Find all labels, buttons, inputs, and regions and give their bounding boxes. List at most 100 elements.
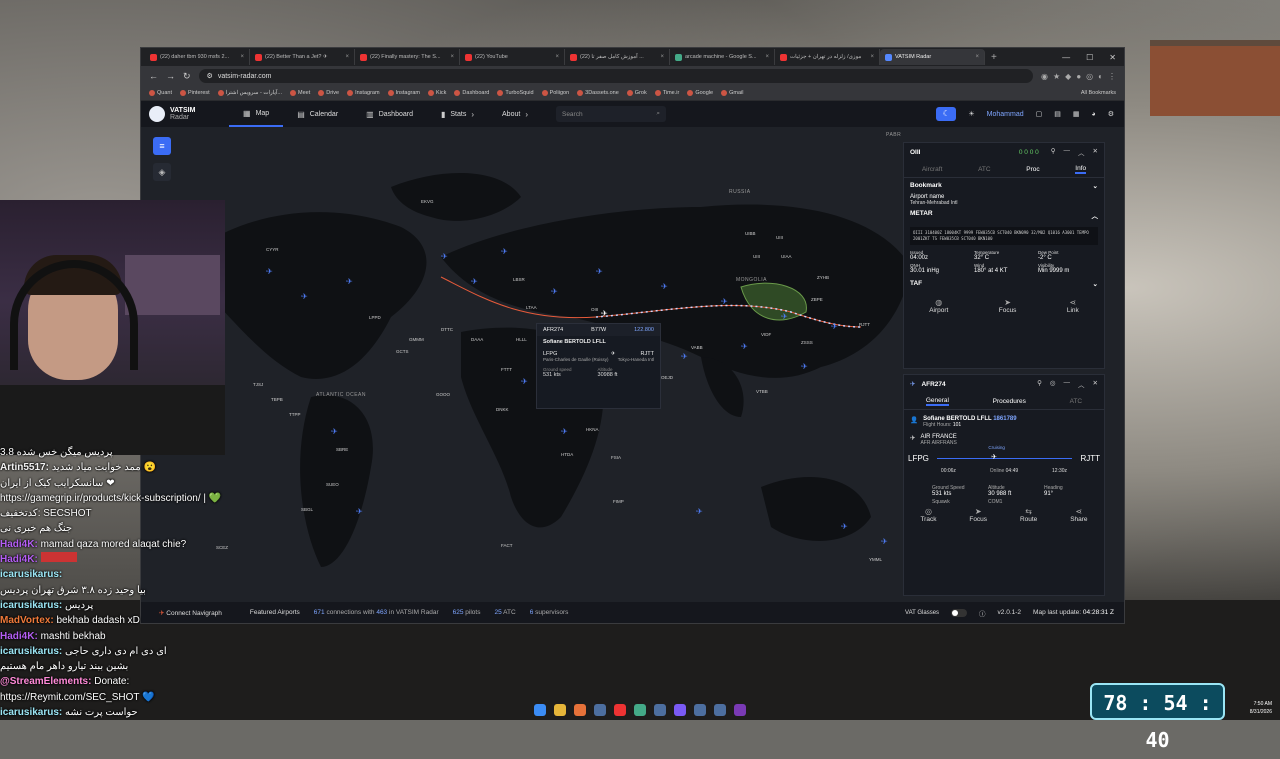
aircraft-icon[interactable]: ✈ xyxy=(881,537,888,546)
settings-icon[interactable]: ⚙ xyxy=(1108,110,1114,118)
fir-label[interactable]: FTTT xyxy=(501,367,512,372)
aircraft-icon[interactable]: ✈ xyxy=(441,252,448,261)
bookmark-section[interactable]: Bookmark ⌄ xyxy=(904,178,1104,194)
layers-icon[interactable]: ◈ xyxy=(153,163,171,181)
document-icon[interactable]: ▤ xyxy=(1054,110,1061,118)
aircraft-icon[interactable]: ✈ xyxy=(471,277,478,286)
close-tab-icon[interactable]: × xyxy=(450,54,454,60)
fir-label[interactable]: GOOO xyxy=(436,392,450,397)
browser-tab[interactable]: (22) آموزش کامل صفر تا ... × xyxy=(565,49,670,65)
focus-icon[interactable]: ◎ xyxy=(1050,379,1056,389)
bookmark-item[interactable]: Grok xyxy=(626,90,647,96)
fir-label[interactable]: HKNA xyxy=(586,427,599,432)
tab-atc[interactable]: ATC xyxy=(1070,398,1083,405)
minimize-icon[interactable]: — xyxy=(1064,379,1071,389)
back-icon[interactable]: ← xyxy=(149,71,158,81)
app-icon[interactable] xyxy=(594,703,606,716)
aircraft-icon[interactable]: ✈ xyxy=(521,377,528,386)
extension-icon[interactable]: ◉ xyxy=(1041,72,1048,81)
system-clock[interactable]: 7:50 AM 8/31/2026 xyxy=(1250,700,1272,716)
extension-icon[interactable]: ◎ xyxy=(1086,72,1093,81)
bookmark-item[interactable]: آپارات - سرویس اشترا... xyxy=(217,90,282,96)
collapse-icon[interactable]: ︿ xyxy=(1078,379,1085,389)
nav-dashboard[interactable]: ▥ Dashboard xyxy=(352,101,427,127)
fir-label[interactable]: RJTT xyxy=(859,322,870,327)
close-tab-icon[interactable]: × xyxy=(975,54,979,60)
fir-label[interactable]: VIDF xyxy=(761,332,771,337)
fir-label[interactable]: ZSSS xyxy=(801,340,813,345)
fir-label[interactable]: LBSR xyxy=(513,277,525,282)
share-button[interactable]: ⋖ Share xyxy=(1070,507,1087,523)
bookmark-item[interactable]: Drive xyxy=(318,90,339,96)
fir-label[interactable]: HTDA xyxy=(561,452,573,457)
fir-label[interactable]: UIII xyxy=(776,235,783,240)
fir-label[interactable]: TBPB xyxy=(271,397,283,402)
aircraft-icon[interactable]: ✈ xyxy=(681,352,688,361)
browser-tab[interactable]: (22) Better Than a Jet? ✈ × xyxy=(250,49,355,65)
tab-aircraft[interactable]: Aircraft xyxy=(922,166,943,173)
fir-label[interactable]: FACT xyxy=(501,543,513,548)
fir-label[interactable]: GCTS xyxy=(396,349,409,354)
site-info-icon[interactable]: ⚙ xyxy=(207,72,213,80)
tab-atc[interactable]: ATC xyxy=(978,166,991,173)
pin-icon[interactable]: ⚲ xyxy=(1037,379,1042,389)
fir-label[interactable]: LTAA xyxy=(526,305,537,310)
bookmark-item[interactable]: 3Dassets.one xyxy=(577,90,619,96)
nav-calendar[interactable]: ▤ Calendar xyxy=(283,101,352,127)
focus-button[interactable]: ➤ Focus xyxy=(999,298,1017,314)
tab-general[interactable]: General xyxy=(925,397,949,406)
route-button[interactable]: ⇆ Route xyxy=(1020,507,1037,523)
close-tab-icon[interactable]: × xyxy=(660,54,664,60)
fir-label[interactable]: LPPD xyxy=(369,315,381,320)
fir-label[interactable]: TTPP xyxy=(289,412,301,417)
bookmark-item[interactable]: Gmail xyxy=(721,90,743,96)
aircraft-icon[interactable]: ✈ xyxy=(346,277,353,286)
aircraft-icon[interactable]: ✈ xyxy=(831,322,838,331)
vatsim-logo[interactable]: VATSIM Radar xyxy=(141,106,229,122)
bookmark-item[interactable]: Pinterest xyxy=(179,90,210,96)
bookmark-item[interactable]: Time.ir xyxy=(654,90,679,96)
aircraft-icon[interactable]: ✈ xyxy=(501,247,508,256)
bookmark-item[interactable]: Instagram xyxy=(347,90,380,96)
reload-icon[interactable]: ↻ xyxy=(183,71,191,82)
aircraft-icon[interactable]: ✈ xyxy=(661,282,668,291)
fir-label[interactable]: GMMM xyxy=(409,337,424,342)
bookmark-item[interactable]: Kick xyxy=(428,90,446,96)
app-icon[interactable] xyxy=(734,703,746,716)
bookmark-item[interactable]: Poliigon xyxy=(541,90,569,96)
track-button[interactable]: ◎ Track xyxy=(920,507,936,523)
browser-tab[interactable]: موزی/ زلزله در تهران + جزئیات × xyxy=(775,49,880,65)
calendar-icon[interactable]: ▦ xyxy=(1073,110,1080,118)
bookmark-icon[interactable]: ▢ xyxy=(1036,110,1043,118)
aircraft-icon[interactable]: ✈ xyxy=(841,522,848,531)
aircraft-icon[interactable]: ✈ xyxy=(801,362,808,371)
light-mode-icon[interactable]: ☀ xyxy=(968,110,974,118)
tab-procedures[interactable]: Procedures xyxy=(993,398,1026,405)
aircraft-icon[interactable]: ✈ xyxy=(266,267,273,276)
filter-icon[interactable]: ≡ xyxy=(153,137,171,155)
fir-label[interactable]: EKVG xyxy=(421,199,434,204)
fir-label[interactable]: HLLL xyxy=(516,337,527,342)
fir-label[interactable]: VABB xyxy=(691,345,703,350)
nav-stats[interactable]: ▮ Stats › xyxy=(427,101,488,127)
fir-label[interactable]: DTTC xyxy=(441,327,453,332)
fir-label[interactable]: DNKK xyxy=(496,407,509,412)
aircraft-icon[interactable]: ✈ xyxy=(781,312,788,321)
browser-tab[interactable]: arcade machine - Google S... × xyxy=(670,49,775,65)
airport-button[interactable]: ◍ Airport xyxy=(929,298,948,314)
bookmark-item[interactable]: Meet xyxy=(290,90,310,96)
focus-button[interactable]: ➤ Focus xyxy=(969,507,987,523)
forward-icon[interactable]: → xyxy=(166,71,175,81)
aircraft-icon[interactable]: ✈ xyxy=(696,507,703,516)
aircraft-icon[interactable]: ✈ xyxy=(551,287,558,296)
app-icon[interactable] xyxy=(634,703,646,716)
close-tab-icon[interactable]: × xyxy=(240,54,244,60)
extension-icon[interactable]: ◆ xyxy=(1065,72,1071,81)
fir-label[interactable]: UIAA xyxy=(781,254,792,259)
search-input[interactable]: Search ⌕ xyxy=(555,106,666,122)
app-icon[interactable] xyxy=(694,703,706,716)
fir-label[interactable]: UIBB xyxy=(745,231,756,236)
metar-section[interactable]: METAR ︿ xyxy=(904,206,1104,224)
file-explorer-icon[interactable] xyxy=(554,703,566,716)
aircraft-icon[interactable]: ✈ xyxy=(301,292,308,301)
